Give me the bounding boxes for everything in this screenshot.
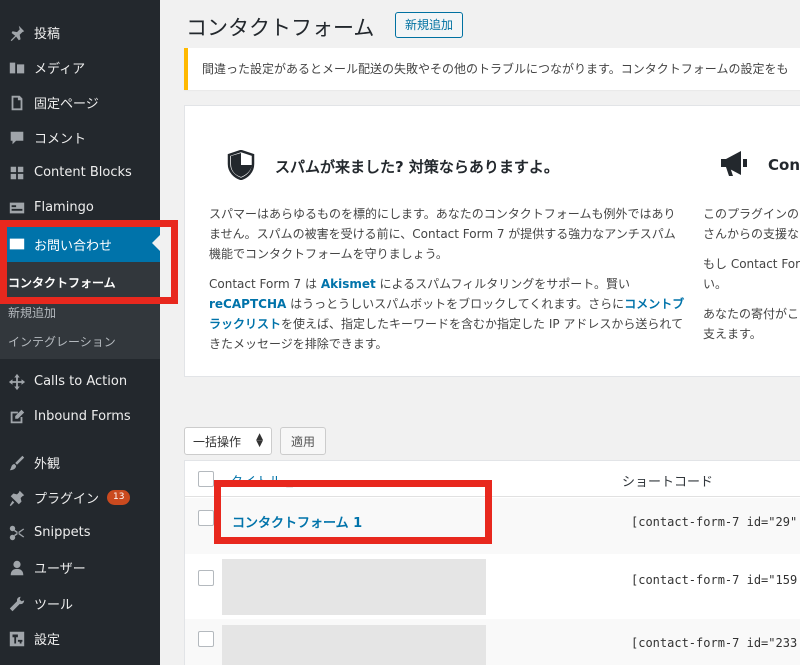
column-shortcode-header: ショートコード (622, 475, 714, 490)
donate-paragraph-2: もし Contact Form い。 (703, 257, 800, 291)
sidebar-item-inbound-forms[interactable]: Inbound Forms (0, 399, 160, 434)
sidebar-item-comments[interactable]: コメント (0, 120, 160, 155)
crosshair-icon (0, 373, 34, 391)
highlight-box-form-title (214, 480, 492, 544)
highlight-box-sidebar (0, 220, 178, 304)
main-content: コンタクトフォーム 新規追加 間違った設定があるとメール配送の失敗やその他のトラ… (160, 0, 800, 665)
scissors-icon (0, 524, 34, 542)
settings-icon (0, 630, 34, 648)
redacted-title (222, 559, 486, 615)
shortcode-text: [contact-form-7 id="29" (631, 515, 798, 529)
page-icon (0, 94, 34, 112)
spam-heading: スパムが来ました? 対策ならありますよ。 (275, 158, 559, 176)
sidebar-item-plugins[interactable]: プラグイン 13 (0, 480, 160, 515)
sidebar-item-posts[interactable]: 投稿 (0, 15, 160, 50)
apply-button[interactable]: 適用 (280, 427, 326, 455)
page-title: コンタクトフォーム (186, 16, 375, 40)
wrench-icon (0, 595, 34, 613)
shortcode-text: [contact-form-7 id="159 (631, 573, 798, 587)
spam-paragraph-2: Contact Form 7 は Akismet によるスパムフィルタリングをサ… (209, 277, 685, 351)
config-warning-notice: 間違った設定があるとメール配送の失敗やその他のトラブルにつながります。コンタクト… (184, 48, 800, 90)
sidebar-item-tools[interactable]: ツール (0, 586, 160, 621)
redacted-title (222, 625, 486, 665)
select-all-checkbox[interactable] (198, 471, 214, 487)
akismet-link[interactable]: Akismet (321, 277, 376, 291)
edit-icon (0, 408, 34, 426)
sidebar-item-content-blocks[interactable]: Content Blocks (0, 155, 160, 190)
media-icon (0, 59, 34, 77)
plugin-icon (0, 489, 34, 507)
welcome-panel: スパムが来ました? 対策ならありますよ。 スパマーはあらゆるものを標的にします。… (184, 105, 800, 377)
table-row: [contact-form-7 id="233 (185, 619, 800, 665)
submenu-item-add-new[interactable]: 新規追加 (8, 304, 56, 321)
plugin-update-badge: 13 (107, 490, 131, 505)
donate-paragraph-1: このプラグインの さんからの支援な (703, 207, 800, 241)
sidebar-item-media[interactable]: メディア (0, 50, 160, 85)
admin-sidebar: 投稿 メディア 固定ページ コメント Content Blocks Flamin… (0, 0, 160, 665)
bulk-action-select[interactable]: 一括操作 ▲ ▼ (184, 427, 272, 455)
shortcode-text: [contact-form-7 id="233 (631, 636, 798, 650)
brush-icon (0, 454, 34, 472)
row-checkbox[interactable] (198, 631, 214, 647)
grid-icon (0, 164, 34, 182)
sidebar-item-calls-to-action[interactable]: Calls to Action (0, 364, 160, 399)
submenu-item-integration[interactable]: インテグレーション (8, 333, 116, 350)
spam-paragraph-1: スパマーはあらゆるものを標的にします。あなたのコンタクトフォームも例外ではありま… (209, 207, 676, 261)
sidebar-item-pages[interactable]: 固定ページ (0, 85, 160, 120)
donate-heading: Cont (768, 156, 800, 174)
updown-arrows-icon: ▲ ▼ (256, 432, 263, 449)
sidebar-item-appearance[interactable]: 外観 (0, 445, 160, 480)
pin-icon (0, 24, 34, 42)
donate-paragraph-3: あなたの寄付がこ 支えます。 (703, 307, 800, 341)
row-checkbox[interactable] (198, 570, 214, 586)
sidebar-item-users[interactable]: ユーザー (0, 550, 160, 585)
table-row: [contact-form-7 id="159 (185, 559, 800, 615)
bulk-action-selected: 一括操作 (193, 434, 242, 449)
card-icon (0, 199, 34, 217)
add-new-button[interactable]: 新規追加 (395, 12, 464, 38)
comment-icon (0, 129, 34, 147)
shield-icon (227, 149, 255, 184)
sidebar-item-snippets[interactable]: Snippets (0, 515, 160, 550)
recaptcha-link[interactable]: reCAPTCHA (209, 297, 286, 311)
megaphone-icon (717, 146, 751, 184)
sidebar-item-settings[interactable]: 設定 (0, 621, 160, 656)
user-icon (0, 559, 34, 577)
row-checkbox[interactable] (198, 510, 214, 526)
